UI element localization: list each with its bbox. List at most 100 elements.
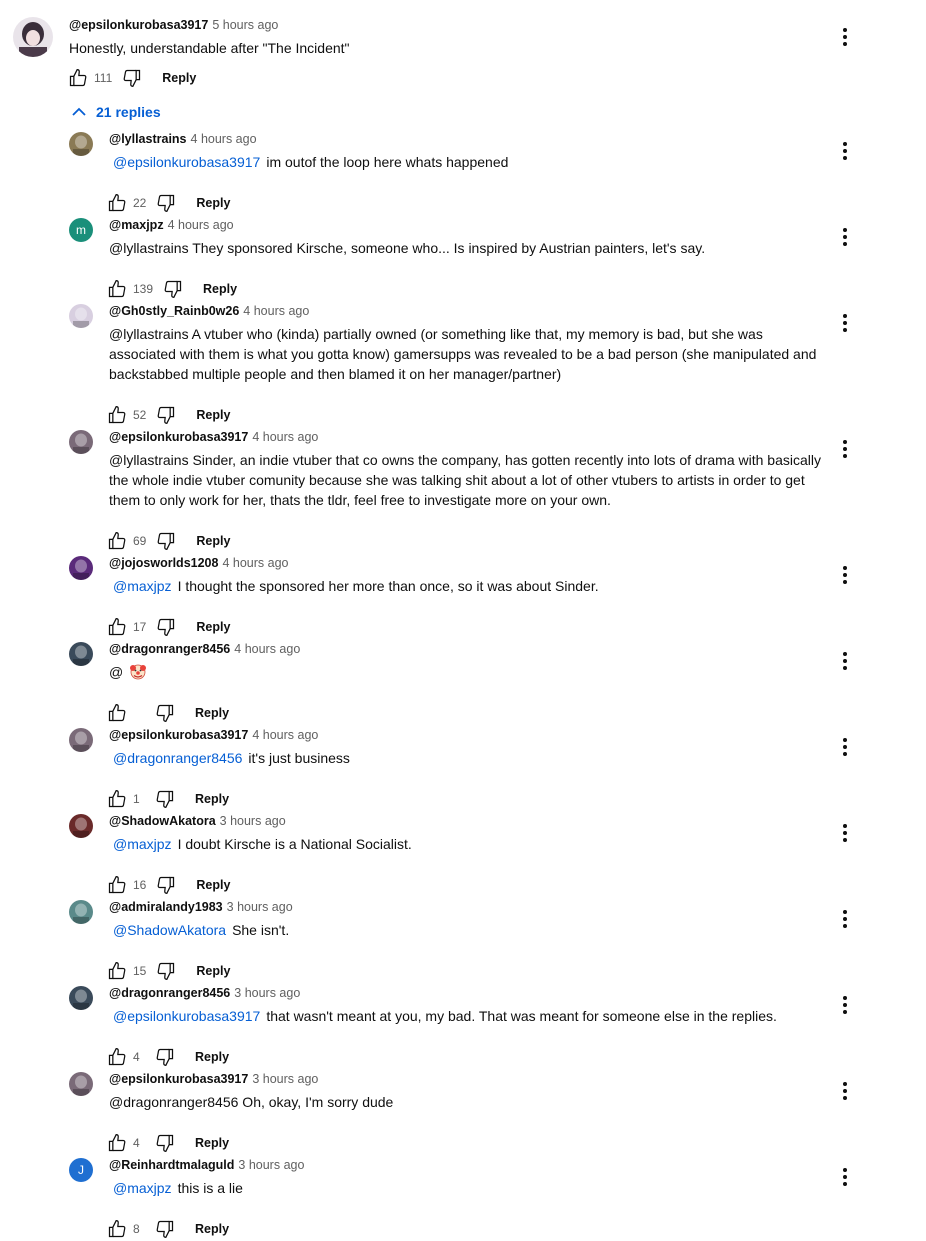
dislike-button[interactable] xyxy=(153,1131,177,1155)
avatar[interactable] xyxy=(69,304,93,328)
comment-author[interactable]: @dragonranger8456 xyxy=(109,642,230,656)
comment-timestamp[interactable]: 3 hours ago xyxy=(234,986,300,1000)
like-button[interactable] xyxy=(66,66,90,90)
comment-author[interactable]: @ShadowAkatora xyxy=(109,814,216,828)
dislike-button[interactable] xyxy=(154,959,178,983)
comment-author[interactable]: @epsilonkurobasa3917 xyxy=(69,18,208,32)
like-button[interactable] xyxy=(105,191,129,215)
reply-button[interactable]: Reply xyxy=(195,792,229,806)
reply-button[interactable]: Reply xyxy=(196,878,230,892)
reply-button[interactable]: Reply xyxy=(195,1136,229,1150)
dislike-button[interactable] xyxy=(154,615,178,639)
reply-button[interactable]: Reply xyxy=(196,620,230,634)
action-menu-button[interactable] xyxy=(833,993,857,1017)
avatar[interactable] xyxy=(69,900,93,924)
comment-timestamp[interactable]: 4 hours ago xyxy=(252,728,318,742)
reply-button[interactable]: Reply xyxy=(196,196,230,210)
action-menu-button[interactable] xyxy=(833,225,857,249)
comment-timestamp[interactable]: 3 hours ago xyxy=(227,900,293,914)
action-menu-button[interactable] xyxy=(833,821,857,845)
avatar[interactable] xyxy=(69,814,93,838)
action-menu-button[interactable] xyxy=(833,25,857,49)
mention-link[interactable]: @epsilonkurobasa3917 xyxy=(113,1008,260,1024)
like-button[interactable] xyxy=(105,1217,129,1241)
avatar[interactable] xyxy=(13,17,53,57)
comment-author[interactable]: @epsilonkurobasa3917 xyxy=(109,1072,248,1086)
like-button[interactable] xyxy=(105,615,129,639)
comment-timestamp[interactable]: 4 hours ago xyxy=(234,642,300,656)
dislike-button[interactable] xyxy=(154,873,178,897)
like-button[interactable] xyxy=(105,959,129,983)
comment-body: this is a lie xyxy=(177,1180,243,1196)
like-button[interactable] xyxy=(105,529,129,553)
action-menu-button[interactable] xyxy=(833,437,857,461)
action-menu-button[interactable] xyxy=(833,311,857,335)
comment-author[interactable]: @jojosworlds1208 xyxy=(109,556,218,570)
comment-author[interactable]: @epsilonkurobasa3917 xyxy=(109,430,248,444)
comment-author[interactable]: @maxjpz xyxy=(109,218,164,232)
dislike-button[interactable] xyxy=(153,787,177,811)
action-menu-button[interactable] xyxy=(833,649,857,673)
comment-author[interactable]: @epsilonkurobasa3917 xyxy=(109,728,248,742)
mention-link[interactable]: @epsilonkurobasa3917 xyxy=(113,154,260,170)
like-button[interactable] xyxy=(105,787,129,811)
avatar[interactable] xyxy=(69,430,93,454)
dislike-button[interactable] xyxy=(154,529,178,553)
reply-button[interactable]: Reply xyxy=(195,1050,229,1064)
mention-link[interactable]: @maxjpz xyxy=(113,578,172,594)
comment-author[interactable]: @Reinhardtmalaguld xyxy=(109,1158,234,1172)
avatar[interactable]: J xyxy=(69,1158,93,1182)
comment-author[interactable]: @admiralandy1983 xyxy=(109,900,223,914)
like-button[interactable] xyxy=(105,1131,129,1155)
reply-button[interactable]: Reply xyxy=(162,71,196,85)
dislike-button[interactable] xyxy=(153,701,177,725)
dislike-button[interactable] xyxy=(161,277,185,301)
comment-author[interactable]: @lyllastrains xyxy=(109,132,187,146)
reply-button[interactable]: Reply xyxy=(196,534,230,548)
action-menu-button[interactable] xyxy=(833,1079,857,1103)
like-button[interactable] xyxy=(105,1045,129,1069)
reply-button[interactable]: Reply xyxy=(196,964,230,978)
avatar[interactable] xyxy=(69,728,93,752)
dislike-button[interactable] xyxy=(154,191,178,215)
reply-button[interactable]: Reply xyxy=(196,408,230,422)
reply-button[interactable]: Reply xyxy=(203,282,237,296)
dislike-button[interactable] xyxy=(153,1045,177,1069)
comment-timestamp[interactable]: 4 hours ago xyxy=(168,218,234,232)
comment-author[interactable]: @dragonranger8456 xyxy=(109,986,230,1000)
comment-timestamp[interactable]: 4 hours ago xyxy=(243,304,309,318)
like-button[interactable] xyxy=(105,701,129,725)
action-menu-button[interactable] xyxy=(833,735,857,759)
dislike-button[interactable] xyxy=(153,1217,177,1241)
comment-timestamp[interactable]: 3 hours ago xyxy=(238,1158,304,1172)
action-menu-button[interactable] xyxy=(833,907,857,931)
comment-timestamp[interactable]: 4 hours ago xyxy=(252,430,318,444)
mention-link[interactable]: @dragonranger8456 xyxy=(113,750,242,766)
replies-toggle-button[interactable]: 21 replies xyxy=(72,102,161,122)
avatar[interactable] xyxy=(69,1072,93,1096)
avatar[interactable] xyxy=(69,642,93,666)
avatar[interactable] xyxy=(69,556,93,580)
comment-timestamp[interactable]: 4 hours ago xyxy=(222,556,288,570)
like-button[interactable] xyxy=(105,873,129,897)
comment-author[interactable]: @Gh0stly_Rainb0w26 xyxy=(109,304,239,318)
avatar[interactable] xyxy=(69,986,93,1010)
dislike-button[interactable] xyxy=(154,403,178,427)
like-button[interactable] xyxy=(105,403,129,427)
action-menu-button[interactable] xyxy=(833,139,857,163)
reply-button[interactable]: Reply xyxy=(195,1222,229,1236)
dislike-button[interactable] xyxy=(120,66,144,90)
comment-timestamp[interactable]: 5 hours ago xyxy=(212,18,278,32)
avatar[interactable] xyxy=(69,132,93,156)
mention-link[interactable]: @maxjpz xyxy=(113,836,172,852)
like-button[interactable] xyxy=(105,277,129,301)
comment-timestamp[interactable]: 3 hours ago xyxy=(220,814,286,828)
action-menu-button[interactable] xyxy=(833,1165,857,1189)
reply-button[interactable]: Reply xyxy=(195,706,229,720)
comment-timestamp[interactable]: 3 hours ago xyxy=(252,1072,318,1086)
mention-link[interactable]: @ShadowAkatora xyxy=(113,922,226,938)
comment-timestamp[interactable]: 4 hours ago xyxy=(191,132,257,146)
mention-link[interactable]: @maxjpz xyxy=(113,1180,172,1196)
action-menu-button[interactable] xyxy=(833,563,857,587)
avatar[interactable]: m xyxy=(69,218,93,242)
